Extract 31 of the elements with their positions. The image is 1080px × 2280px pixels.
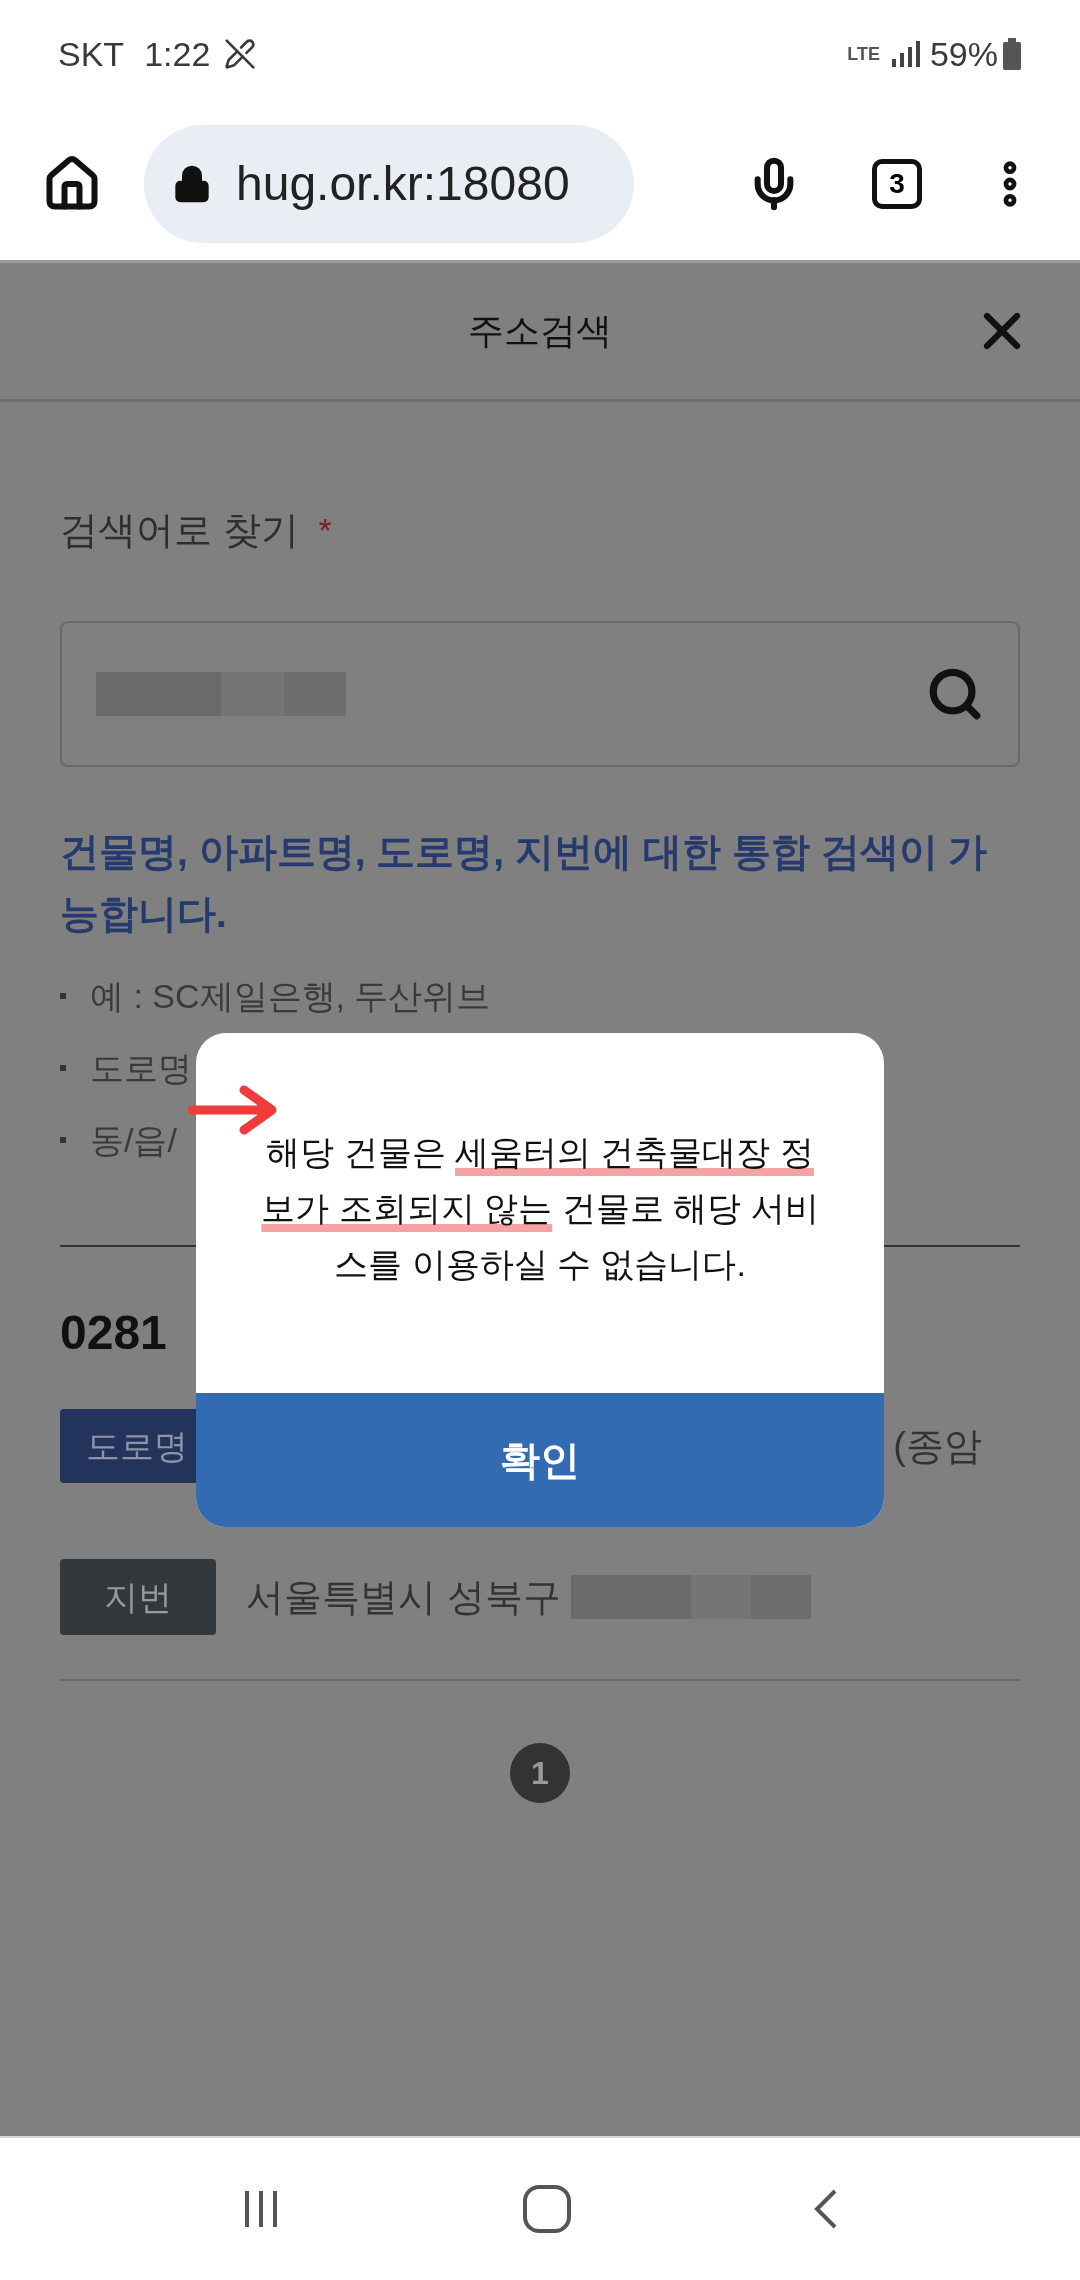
alert-message: 해당 건물은 세움터의 건축물대장 정보가 조회되지 않는 건물로 해당 서비스를 이용하실 수 없습니다. [260, 1132, 820, 1285]
example-text: 도로명 [90, 1048, 192, 1089]
search-hint: 건물명, 아파트명, 도로명, 지번에 대한 통합 검색이 가능합니다. [60, 829, 989, 937]
carrier: SKT [58, 33, 125, 75]
arrow-icon [188, 1084, 278, 1136]
search-label: 검색어로 찾기 [60, 508, 299, 553]
postcode: 0281 [60, 1305, 167, 1361]
tab-count-button[interactable]: 3 [872, 159, 922, 209]
network-type: LTE [847, 42, 880, 66]
page-button[interactable]: 1 [510, 1743, 570, 1803]
pen-off-icon [224, 38, 257, 70]
clock: 1:22 [144, 33, 211, 75]
battery-percent: 59% [929, 33, 998, 75]
bullet-icon [60, 1065, 66, 1071]
road-address: (종암 [893, 1423, 982, 1469]
lot-tag: 지번 [60, 1559, 216, 1635]
confirm-button[interactable]: 확인 [196, 1393, 884, 1527]
example-text: 예 : SC제일은행, 두산위브 [90, 976, 491, 1017]
lock-icon [172, 164, 212, 204]
bullet-icon [60, 993, 66, 999]
bullet-icon [60, 1137, 66, 1143]
lot-address: 서울특별시 성북구 [246, 1574, 561, 1620]
required-mark: * [318, 510, 332, 551]
home-button-icon[interactable] [522, 2184, 572, 2234]
battery-icon [1002, 38, 1022, 70]
search-field[interactable] [60, 621, 1020, 767]
url-field[interactable]: hug.or.kr:18080 [144, 125, 634, 243]
page-title: 주소검색 [468, 309, 612, 353]
url-text: hug.or.kr:18080 [236, 156, 570, 212]
signal-icon [889, 39, 920, 69]
example-text: 동/읍/ [90, 1120, 177, 1161]
